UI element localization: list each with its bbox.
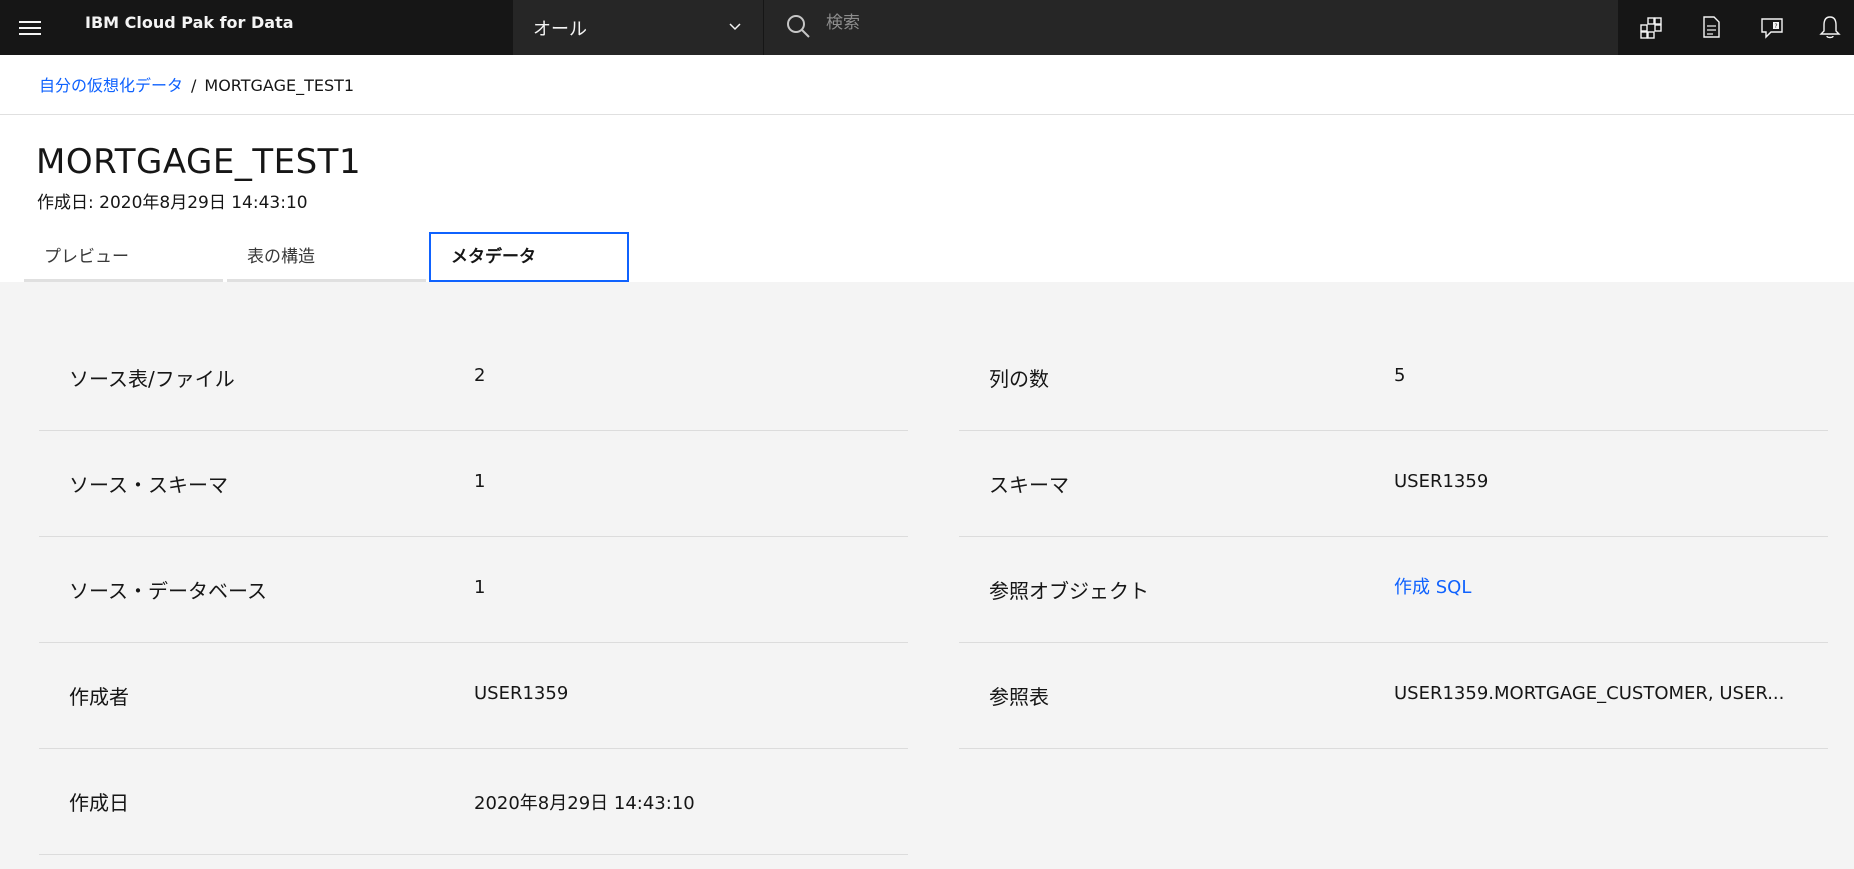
metadata-row: ソース・スキーマ 1 bbox=[39, 431, 908, 537]
metadata-value: USER1359 bbox=[1394, 471, 1489, 492]
breadcrumb-separator: / bbox=[191, 76, 197, 95]
metadata-value: 5 bbox=[1394, 365, 1406, 386]
top-header: IBM Cloud Pak for Data オール ? bbox=[0, 0, 1854, 55]
metadata-label: 参照表 bbox=[989, 685, 1049, 709]
breadcrumb: 自分の仮想化データ / MORTGAGE_TEST1 bbox=[39, 72, 354, 96]
metadata-label: ソース表/ファイル bbox=[69, 367, 235, 391]
metadata-panel: ソース表/ファイル 2 ソース・スキーマ 1 ソース・データベース 1 作成者 … bbox=[0, 282, 1854, 869]
metadata-value: USER1359.MORTGAGE_CUSTOMER, USER... bbox=[1394, 683, 1785, 704]
breadcrumb-current: MORTGAGE_TEST1 bbox=[204, 76, 355, 95]
scope-dropdown-value: オール bbox=[533, 18, 587, 40]
tab-preview[interactable]: プレビュー bbox=[24, 232, 223, 282]
hamburger-menu-icon[interactable] bbox=[14, 12, 46, 44]
metadata-value: USER1359 bbox=[474, 683, 569, 704]
metadata-row: 参照表 USER1359.MORTGAGE_CUSTOMER, USER... bbox=[959, 643, 1828, 749]
search-bar bbox=[763, 0, 1618, 55]
metadata-label: ソース・スキーマ bbox=[69, 473, 228, 497]
metadata-row: 参照オブジェクト 作成 SQL bbox=[959, 537, 1828, 643]
catalog-icon[interactable] bbox=[1636, 13, 1664, 41]
metadata-value: 1 bbox=[474, 577, 486, 598]
metadata-row: 作成日 2020年8月29日 14:43:10 bbox=[39, 749, 908, 855]
notification-bell-icon[interactable] bbox=[1816, 13, 1844, 41]
breadcrumb-link-virtualized-data[interactable]: 自分の仮想化データ bbox=[39, 76, 183, 95]
metadata-label: 作成日 bbox=[69, 791, 129, 815]
metadata-row: スキーマ USER1359 bbox=[959, 431, 1828, 537]
metadata-label: 列の数 bbox=[989, 367, 1049, 391]
chevron-down-icon bbox=[729, 23, 741, 31]
search-input[interactable] bbox=[826, 8, 1586, 38]
created-date: 作成日: 2020年8月29日 14:43:10 bbox=[37, 193, 308, 213]
search-icon[interactable] bbox=[784, 12, 812, 40]
metadata-label: 作成者 bbox=[69, 685, 129, 709]
metadata-label: 参照オブジェクト bbox=[989, 579, 1149, 603]
create-sql-link[interactable]: 作成 SQL bbox=[1394, 573, 1471, 599]
help-chat-icon[interactable]: ? bbox=[1758, 13, 1786, 41]
metadata-label: スキーマ bbox=[989, 473, 1069, 497]
metadata-row: ソース表/ファイル 2 bbox=[39, 325, 908, 431]
brand-name[interactable]: IBM Cloud Pak for Data bbox=[85, 0, 294, 46]
tab-metadata[interactable]: メタデータ bbox=[429, 232, 629, 282]
metadata-row: 作成者 USER1359 bbox=[39, 643, 908, 749]
metadata-label: ソース・データベース bbox=[69, 579, 267, 603]
metadata-row: 列の数 5 bbox=[959, 325, 1828, 431]
metadata-value: 2 bbox=[474, 365, 486, 386]
document-icon[interactable] bbox=[1697, 13, 1725, 41]
scope-dropdown[interactable]: オール bbox=[513, 0, 763, 55]
metadata-value: 2020年8月29日 14:43:10 bbox=[474, 793, 695, 814]
tab-table-structure[interactable]: 表の構造 bbox=[227, 232, 426, 282]
header-divider bbox=[0, 114, 1854, 115]
metadata-row: ソース・データベース 1 bbox=[39, 537, 908, 643]
page-title: MORTGAGE_TEST1 bbox=[36, 142, 362, 182]
metadata-value: 1 bbox=[474, 471, 486, 492]
svg-text:?: ? bbox=[1774, 23, 1777, 30]
